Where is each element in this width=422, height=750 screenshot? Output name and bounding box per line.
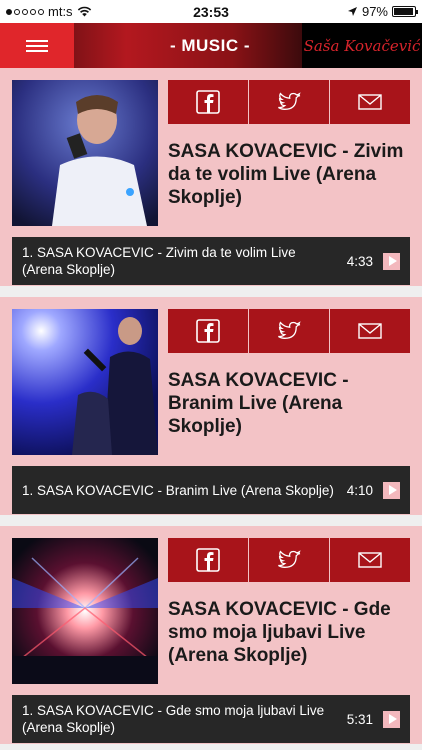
twitter-icon	[278, 321, 301, 339]
card-title[interactable]: SASA KOVACEVIC - Branim Live (Arena Skop…	[168, 369, 413, 438]
video-thumbnail[interactable]	[12, 309, 158, 455]
card-title[interactable]: SASA KOVACEVIC - Zivim da te volim Live …	[168, 140, 413, 209]
menu-button[interactable]	[0, 23, 74, 68]
hamburger-icon	[26, 39, 48, 42]
app-header: - MUSIC - Saša Kovačević	[0, 23, 422, 68]
play-icon	[388, 714, 397, 724]
track-player[interactable]: 1. SASA KOVACEVIC - Gde smo moja ljubavi…	[12, 695, 410, 743]
facebook-icon	[196, 90, 220, 114]
card-title[interactable]: SASA KOVACEVIC - Gde smo moja ljubavi Li…	[168, 598, 413, 667]
wifi-icon	[77, 6, 91, 17]
track-label: 1. SASA KOVACEVIC - Gde smo moja ljubavi…	[22, 703, 325, 735]
share-twitter-button[interactable]	[249, 80, 329, 124]
facebook-icon	[196, 319, 220, 343]
play-icon	[388, 485, 397, 495]
brand-logo: Saša Kovačević	[302, 23, 422, 68]
share-buttons	[168, 309, 410, 353]
share-mail-button[interactable]	[330, 538, 410, 582]
share-facebook-button[interactable]	[168, 309, 248, 353]
share-mail-button[interactable]	[330, 80, 410, 124]
mail-icon	[358, 552, 382, 568]
status-bar: mt:s 23:53 97%	[0, 0, 422, 23]
share-facebook-button[interactable]	[168, 80, 248, 124]
mail-icon	[358, 323, 382, 339]
music-card: SASA KOVACEVIC - Gde smo moja ljubavi Li…	[0, 526, 422, 744]
track-player[interactable]: 1. SASA KOVACEVIC - Branim Live (Arena S…	[12, 466, 410, 514]
music-feed[interactable]: SASA KOVACEVIC - Zivim da te volim Live …	[0, 68, 422, 750]
mail-icon	[358, 94, 382, 110]
play-button[interactable]	[383, 710, 400, 728]
share-twitter-button[interactable]	[249, 538, 329, 582]
twitter-icon	[278, 92, 301, 110]
track-label: 1. SASA KOVACEVIC - Zivim da te volim Li…	[22, 245, 296, 277]
facebook-icon	[196, 548, 220, 572]
battery-icon	[392, 6, 418, 17]
twitter-icon	[278, 550, 301, 568]
music-card: SASA KOVACEVIC - Branim Live (Arena Skop…	[0, 297, 422, 515]
play-icon	[388, 256, 397, 266]
track-label: 1. SASA KOVACEVIC - Branim Live (Arena S…	[22, 482, 334, 498]
location-arrow-icon	[347, 7, 357, 16]
page-title: - MUSIC -	[169, 35, 251, 55]
signal-strength-icon	[6, 8, 44, 15]
video-thumbnail[interactable]	[12, 80, 158, 226]
track-duration: 4:10	[346, 482, 373, 498]
battery-percent: 97%	[361, 4, 388, 19]
share-twitter-button[interactable]	[249, 309, 329, 353]
play-button[interactable]	[383, 481, 400, 499]
share-mail-button[interactable]	[330, 309, 410, 353]
carrier-label: mt:s	[48, 4, 73, 19]
track-player[interactable]: 1. SASA KOVACEVIC - Zivim da te volim Li…	[12, 237, 410, 285]
share-buttons	[168, 80, 410, 124]
play-button[interactable]	[383, 252, 400, 270]
share-facebook-button[interactable]	[168, 538, 248, 582]
track-duration: 5:31	[346, 711, 373, 727]
track-duration: 4:33	[346, 253, 373, 269]
share-buttons	[168, 538, 410, 582]
music-card: SASA KOVACEVIC - Zivim da te volim Live …	[0, 68, 422, 286]
video-thumbnail[interactable]	[12, 538, 158, 684]
